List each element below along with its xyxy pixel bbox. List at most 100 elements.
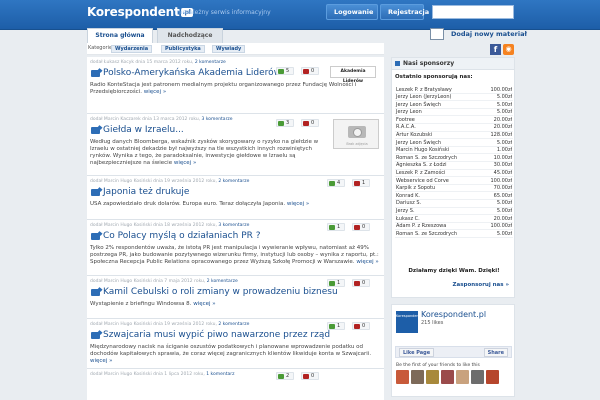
- thumbs-down-icon: [303, 121, 309, 126]
- article-icon: [91, 189, 100, 196]
- more-link[interactable]: więcej »: [356, 259, 378, 265]
- tab-home[interactable]: Strona główna: [87, 28, 153, 43]
- vote-up-button[interactable]: 4: [327, 179, 345, 187]
- article-item: dodał Marcin Hugo Kosiński dnia 1 lipca …: [87, 369, 384, 389]
- vote-up-button[interactable]: 2: [276, 372, 294, 380]
- search-input[interactable]: [432, 5, 514, 19]
- article-item: dodał Marcin Hugo Kosiński dnia 18 wrześ…: [87, 220, 384, 276]
- article-title[interactable]: Polsko-Amerykańska Akademia Liderów: [103, 68, 281, 78]
- sponsor-row: Artur Kozubski 128.00zł: [395, 132, 513, 140]
- article-excerpt: Międzynarodowy nacisk na ściganie oszust…: [90, 344, 372, 364]
- register-button[interactable]: Rejestracja: [380, 4, 429, 20]
- thumbs-up-icon: [278, 121, 284, 126]
- sponsors-header: Nasi sponsorzy: [392, 58, 514, 70]
- more-link[interactable]: więcej »: [90, 358, 112, 364]
- article-item: dodał Marcin Hugo Kosiński dnia 19 wrześ…: [87, 319, 384, 369]
- sponsors-box: Nasi sponsorzy Ostatnio sponsorują nas: …: [391, 57, 515, 298]
- sponsor-row: Adam P. z Rzeszowa 100.00zł: [395, 223, 513, 231]
- thumbs-up-icon: [329, 281, 335, 286]
- tab-upcoming[interactable]: Nadchodzące: [157, 28, 223, 43]
- article-icon: [91, 127, 100, 134]
- article-title[interactable]: Szwajcaria musi wypić piwo nawarzone prz…: [103, 330, 330, 340]
- sponsor-row: R.A.C.A. 20.00zł: [395, 124, 513, 132]
- more-link[interactable]: więcej »: [193, 301, 215, 307]
- vote-up-button[interactable]: 5: [276, 67, 294, 75]
- page-avatar[interactable]: Korespondent: [396, 311, 420, 333]
- avatar[interactable]: [486, 370, 499, 384]
- comments-link[interactable]: 3 komentarze: [202, 117, 233, 122]
- vote-down-button[interactable]: 0: [301, 119, 319, 127]
- fb-page-name[interactable]: Korespondent.pl: [421, 310, 486, 319]
- comments-link[interactable]: 2 komentarze: [218, 322, 249, 327]
- article-icon: [91, 289, 100, 296]
- sponsor-row: Jerzy Leon 5.00zł: [395, 109, 513, 117]
- vote-up-button[interactable]: 1: [327, 223, 345, 231]
- avatar[interactable]: [426, 370, 439, 384]
- fb-friend-faces: [396, 370, 510, 386]
- section-marker-icon: [395, 61, 400, 66]
- sponsor-row: Marcin Hugo Kosiński 1.00zł: [395, 147, 513, 155]
- avatar[interactable]: [456, 370, 469, 384]
- thumbs-down-icon: [354, 324, 360, 329]
- vote-down-button[interactable]: 1: [352, 179, 370, 187]
- vote-up-button[interactable]: 1: [327, 279, 345, 287]
- more-link[interactable]: więcej »: [174, 160, 196, 166]
- sponsor-row: Leszek P. z Zamości 45.00zł: [395, 170, 513, 178]
- article-title[interactable]: Co Polacy myślą o działaniach PR ?: [103, 231, 261, 241]
- thumbs-down-icon: [303, 69, 309, 74]
- comments-link[interactable]: 2 komentarze: [195, 60, 226, 65]
- comments-link[interactable]: 2 komentarze: [218, 179, 249, 184]
- sponsor-row: Footree 20.00zł: [395, 116, 513, 124]
- article-icon: [91, 332, 100, 339]
- thumbs-up-icon: [329, 324, 335, 329]
- logo-text[interactable]: Korespondent: [87, 5, 180, 19]
- thumbs-up-icon: [278, 69, 284, 74]
- thumbs-up-icon: [329, 181, 335, 186]
- login-button[interactable]: Logowanie: [326, 4, 378, 20]
- category-opinion[interactable]: Publicystyka: [161, 45, 205, 53]
- article-icon: [91, 233, 100, 240]
- articles-list: dodał Łukasz Kocyk dnia 15 marca 2012 ro…: [87, 57, 384, 400]
- article-thumbnail[interactable]: Akademia Liderów: [330, 66, 376, 84]
- comments-link[interactable]: 2 komentarze: [207, 279, 238, 284]
- vote-down-button[interactable]: 0: [301, 67, 319, 75]
- thumbs-up-icon: [278, 374, 284, 379]
- category-interviews[interactable]: Wywiady: [212, 45, 246, 53]
- sponsor-row: Karpik z Sopotu 70.00zł: [395, 185, 513, 193]
- vote-up-button[interactable]: 3: [276, 119, 294, 127]
- avatar[interactable]: [396, 370, 409, 384]
- category-bar: Kategorie: Wydarzenia Publicystyka Wywia…: [87, 43, 384, 55]
- sponsor-row: Dariusz S. 5.00zł: [395, 200, 513, 208]
- article-title[interactable]: Japonia też drukuje: [103, 187, 189, 197]
- more-link[interactable]: więcej »: [144, 89, 166, 95]
- vote-down-button[interactable]: 0: [352, 223, 370, 231]
- add-material-icon[interactable]: [430, 28, 444, 40]
- avatar[interactable]: [411, 370, 424, 384]
- avatar[interactable]: [441, 370, 454, 384]
- article-title[interactable]: Giełda w Izraelu...: [103, 125, 184, 135]
- vote-down-button[interactable]: 0: [301, 372, 319, 380]
- article-thumbnail[interactable]: Brak zdjęcia: [333, 119, 379, 149]
- facebook-icon[interactable]: f: [490, 44, 501, 55]
- comments-link[interactable]: 1 komentarz: [206, 372, 234, 377]
- facebook-widget: Korespondent Korespondent.pl 215 likes L…: [391, 304, 515, 397]
- comments-link[interactable]: 3 komentarze: [218, 223, 249, 228]
- categories-label: Kategorie:: [88, 45, 114, 51]
- add-material-link[interactable]: Dodaj nowy materiał: [451, 30, 527, 38]
- avatar[interactable]: [471, 370, 484, 384]
- article-item: dodał Marcin Hugo Kosiński dnia 19 wrześ…: [87, 176, 384, 220]
- vote-down-button[interactable]: 0: [352, 279, 370, 287]
- article-excerpt: Tylko 2% respondentów uważa, że istotą P…: [90, 245, 379, 265]
- thumbs-down-icon: [354, 225, 360, 230]
- vote-up-button[interactable]: 1: [327, 322, 345, 330]
- sponsors-thanks: Działamy dzięki Wam. Dzięki!: [408, 268, 500, 274]
- rss-icon[interactable]: ◉: [503, 44, 514, 55]
- sidebar: Nasi sponsorzy Ostatnio sponsorują nas: …: [391, 57, 515, 400]
- fb-share-button[interactable]: Share: [483, 348, 508, 357]
- fb-like-button[interactable]: Like Page: [399, 348, 435, 357]
- more-link[interactable]: więcej »: [287, 201, 309, 207]
- sponsor-us-link[interactable]: Zasponsoruj nas »: [453, 282, 509, 288]
- vote-down-button[interactable]: 0: [352, 322, 370, 330]
- article-title[interactable]: Kamil Cebulski o roli zmiany w prowadzen…: [103, 287, 338, 297]
- category-events[interactable]: Wydarzenia: [111, 45, 153, 53]
